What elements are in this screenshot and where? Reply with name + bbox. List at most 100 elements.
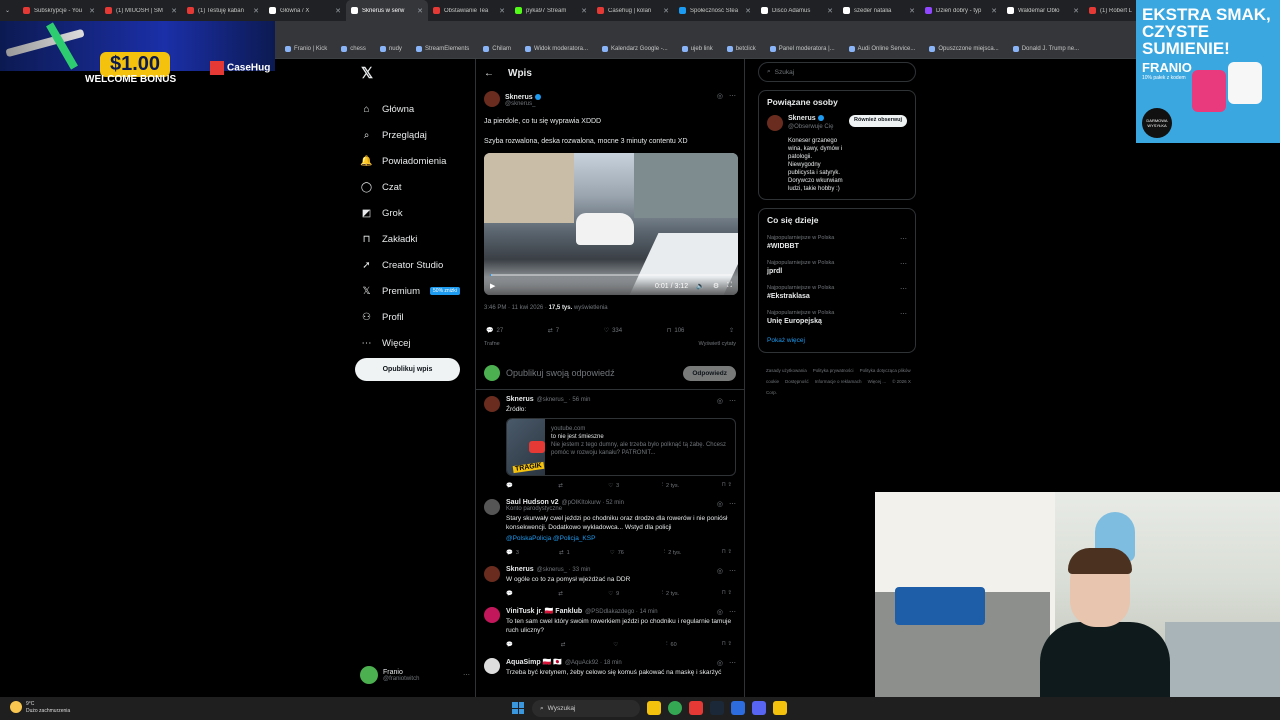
bookmark-item[interactable]: Donald J. Trump ne... — [1012, 45, 1079, 52]
bookmark-icon[interactable]: ⊓ ⇪ — [722, 641, 732, 648]
more-icon[interactable]: ⋯ — [900, 310, 907, 318]
sidebar-item-more[interactable]: ⋯ Więcej — [355, 330, 470, 356]
author-name[interactable]: Sknerus — [506, 566, 534, 573]
bookmark-item[interactable]: nudy — [379, 45, 402, 52]
bookmark-item[interactable]: Audi Online Service... — [848, 45, 915, 52]
franio-ad-banner[interactable]: EKSTRA SMAK, CZYSTE SUMIENIE! FRANIO 10%… — [1136, 0, 1280, 143]
video-progress-bar[interactable] — [490, 274, 732, 276]
grok-icon[interactable]: ◎ — [717, 500, 723, 508]
taskbar-search[interactable]: ⌕ Wyszukaj — [532, 700, 640, 717]
views-action[interactable]: ⫶ 2 tys. — [662, 482, 680, 489]
footer-link[interactable]: Polityka prywatności — [813, 368, 854, 373]
bookmark-icon[interactable]: ⊓ ⇪ — [722, 482, 732, 489]
bookmark-item[interactable]: Panel moderatora |... — [769, 45, 835, 52]
bookmark-item[interactable]: Widok moderatora... — [524, 45, 588, 52]
like-action[interactable]: ♡ 334 — [604, 327, 622, 335]
like-action[interactable]: ♡ — [613, 641, 621, 648]
post-button[interactable]: Opublikuj wpis — [355, 358, 460, 381]
reply-post[interactable]: Saul Hudson v2 @pOIKItokurw · 52 min Konto… — [476, 493, 744, 560]
grok-icon[interactable]: ◎ — [717, 659, 723, 667]
author-handle[interactable]: @PSDdlakazdego · 14 min — [585, 609, 657, 615]
bookmark-item[interactable]: Chilam — [483, 45, 511, 52]
search-input[interactable]: ⌕ Szukaj — [758, 62, 916, 82]
author-name[interactable]: AquaSimp 🇵🇱 🇯🇵 — [506, 659, 562, 666]
close-icon[interactable]: ✕ — [663, 7, 669, 15]
grok-icon[interactable]: ◎ — [717, 608, 723, 616]
bookmark-item[interactable]: Opuszczone miejsca... — [929, 45, 999, 52]
settings-icon[interactable]: ⚙ — [713, 282, 719, 290]
chrome-icon[interactable] — [668, 701, 682, 715]
file-explorer-icon[interactable] — [647, 701, 661, 715]
account-switcher[interactable]: Franio @franiotwitch ⋯ — [360, 666, 470, 684]
more-icon[interactable]: ⋯ — [729, 500, 736, 508]
close-icon[interactable]: ✕ — [417, 7, 423, 15]
bookmark-icon[interactable]: ⊓ ⇪ — [722, 549, 732, 556]
casehug-ad-banner[interactable]: $1.00 WELCOME BONUS CaseHug — [0, 21, 275, 85]
close-icon[interactable]: ✕ — [335, 7, 341, 15]
browser-tab[interactable]: (1) Testuję kaban ✕ — [182, 0, 264, 21]
close-icon[interactable]: ✕ — [499, 7, 505, 15]
grok-icon[interactable]: ◎ — [717, 567, 723, 575]
video-player[interactable]: ▶ 0:01 / 3:12 🔈 ⚙ ⛶ — [484, 153, 738, 295]
post-timestamp[interactable]: 3:46 PM · 11 kwi 2026 · — [484, 305, 549, 311]
browser-tab[interactable]: Główna / X ✕ — [264, 0, 346, 21]
avatar[interactable] — [484, 658, 500, 674]
reply-action[interactable]: 💬 27 — [486, 327, 503, 335]
avatar[interactable] — [484, 396, 500, 412]
like-action[interactable]: ♡ 3 — [608, 482, 619, 489]
author-handle[interactable]: @sknerus_ · 56 min — [537, 397, 591, 403]
start-button[interactable] — [512, 702, 524, 714]
reply-input[interactable]: Opublikuj swoją odpowiedź — [506, 368, 677, 378]
reply-action[interactable]: 💬 — [506, 482, 516, 489]
trend-item[interactable]: Najpopularniejsze w Polska #Ekstraklasa ⋯ — [767, 285, 907, 300]
fullscreen-icon[interactable]: ⛶ — [727, 282, 732, 290]
more-icon[interactable]: ⋯ — [900, 235, 907, 243]
footer-link[interactable]: Więcej ... — [868, 379, 887, 384]
sidebar-item-home[interactable]: ⌂ Główna — [355, 96, 470, 122]
app-icon[interactable] — [689, 701, 703, 715]
bookmark-item[interactable]: Kalendarz Google -... — [602, 45, 668, 52]
more-icon[interactable]: ⋯ — [900, 285, 907, 293]
volume-icon[interactable]: 🔈 — [696, 282, 705, 290]
repost-action[interactable]: ⇄ — [558, 590, 566, 597]
trend-item[interactable]: Najpopularniejsze w Polska jprdl ⋯ — [767, 260, 907, 275]
more-icon[interactable]: ⋯ — [729, 92, 736, 100]
view-quotes-link[interactable]: Wyświetl cytaty — [698, 341, 736, 347]
sidebar-item-grok[interactable]: ◩ Grok — [355, 200, 470, 226]
footer-link[interactable]: Zasady użytkowania — [766, 368, 807, 373]
follow-button[interactable]: Również obserwuj — [849, 115, 907, 127]
reply-button[interactable]: Odpowiedz — [683, 365, 736, 381]
browser-tab[interactable]: Disco Adamus ✕ — [756, 0, 838, 21]
close-icon[interactable]: ✕ — [827, 7, 833, 15]
play-icon[interactable]: ▶ — [490, 282, 495, 290]
reply-action[interactable]: 💬 3 — [506, 549, 519, 556]
repost-action[interactable]: ⇄ 7 — [548, 327, 559, 335]
bookmark-icon[interactable]: ⊓ ⇪ — [722, 590, 732, 597]
more-icon[interactable]: ⋯ — [729, 567, 736, 575]
author-name[interactable]: Saul Hudson v2 — [506, 499, 559, 506]
reply-post[interactable]: AquaSimp 🇵🇱 🇯🇵 @AquAck92 · 18 min Trzeba b… — [476, 652, 744, 681]
bookmark-item[interactable]: StreamElements — [415, 45, 469, 52]
close-icon[interactable]: ✕ — [909, 7, 915, 15]
avatar[interactable] — [484, 607, 500, 623]
show-more-link[interactable]: Pokaż więcej — [767, 337, 907, 344]
bookmark-item[interactable]: chess — [341, 45, 366, 52]
sidebar-item-notifications[interactable]: 🔔 Powiadomienia — [355, 148, 470, 174]
discord-icon[interactable] — [752, 701, 766, 715]
repost-action[interactable]: ⇄ 1 — [559, 549, 570, 556]
repost-action[interactable]: ⇄ — [561, 641, 569, 648]
close-icon[interactable]: ✕ — [1073, 7, 1079, 15]
views-action[interactable]: ⫶ 60 — [666, 641, 677, 648]
close-icon[interactable]: ✕ — [253, 7, 259, 15]
bookmark-action[interactable]: ⊓ 106 — [667, 327, 685, 335]
related-name[interactable]: Sknerus — [788, 115, 816, 122]
grok-icon[interactable]: ◎ — [717, 92, 723, 100]
close-icon[interactable]: ✕ — [991, 7, 997, 15]
views-action[interactable]: ⫶ 2 tys. — [662, 590, 680, 597]
author-handle[interactable]: @sknerus_ — [505, 101, 541, 107]
author-name[interactable]: Sknerus — [506, 396, 534, 403]
browser-tab[interactable]: Obstawianie Tea ✕ — [428, 0, 510, 21]
close-icon[interactable]: ✕ — [89, 7, 95, 15]
grok-icon[interactable]: ◎ — [717, 397, 723, 405]
x-logo-icon[interactable]: 𝕏 — [361, 64, 470, 82]
